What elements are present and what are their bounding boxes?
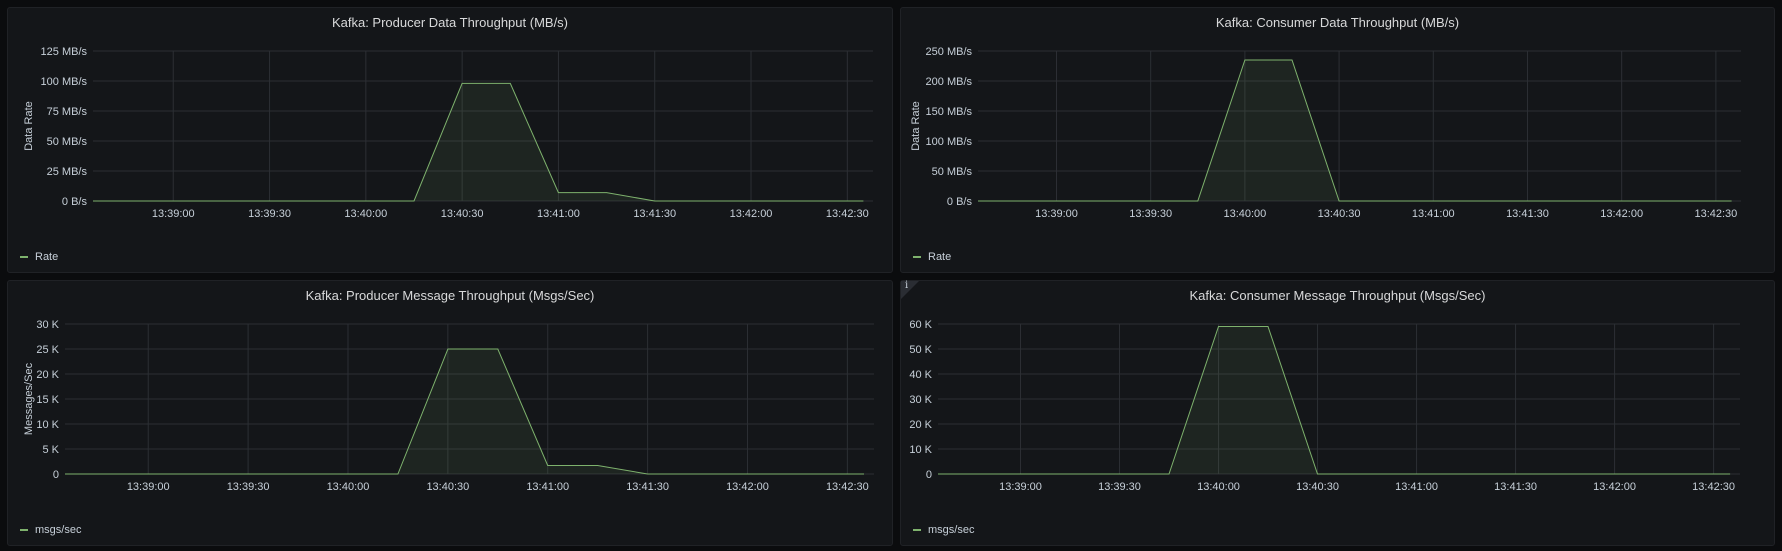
y-tick-label: 25 K — [36, 344, 59, 356]
x-tick-label: 13:41:30 — [1506, 208, 1549, 220]
x-tick-label: 13:41:30 — [626, 481, 669, 493]
legend-label: Rate — [928, 251, 952, 263]
x-tick-label: 13:41:30 — [1494, 481, 1537, 493]
chart-svg: 0 5 K 10 K 15 K 20 K 25 K 30 K 13:39:00 13:39:30… — [23, 319, 874, 493]
chart-svg: 0 B/s 50 MB/s 100 MB/s 150 MB/s 200 MB/s 250 … — [910, 46, 1741, 220]
x-tick-label: 13:40:30 — [1296, 481, 1339, 493]
x-tick-label: 13:42:00 — [1593, 481, 1636, 493]
legend-swatch — [913, 529, 921, 531]
x-tick-label: 13:39:00 — [127, 481, 170, 493]
legend-label: msgs/sec — [35, 524, 82, 536]
x-tick-label: 13:39:30 — [1129, 208, 1172, 220]
y-tick-label: 0 — [926, 469, 932, 481]
x-tick-label: 13:41:00 — [526, 481, 569, 493]
legend-swatch — [913, 256, 921, 258]
y-tick-label: 0 B/s — [947, 196, 973, 208]
y-tick-label: 60 K — [909, 319, 932, 331]
legend-item[interactable]: Rate — [20, 251, 58, 263]
x-tick-label: 13:42:30 — [826, 481, 869, 493]
y-tick-label: 0 B/s — [62, 196, 88, 208]
legend-swatch — [20, 529, 28, 531]
legend-item[interactable]: Rate — [913, 251, 951, 263]
series-area — [65, 349, 864, 474]
y-tick-label: 30 K — [909, 394, 932, 406]
x-tick-label: 13:41:00 — [537, 208, 580, 220]
y-tick-label: 5 K — [42, 444, 59, 456]
legend-item[interactable]: msgs/sec — [913, 524, 974, 536]
y-tick-label: 15 K — [36, 394, 59, 406]
x-tick-label: 13:41:00 — [1395, 481, 1438, 493]
x-tick-label: 13:42:00 — [1600, 208, 1643, 220]
x-tick-label: 13:40:30 — [1318, 208, 1361, 220]
y-tick-label: 150 MB/s — [926, 106, 973, 118]
x-tick-label: 13:40:30 — [426, 481, 469, 493]
panel-consumer-message-throughput[interactable]: i Kafka: Consumer Message Throughput (Ms… — [900, 280, 1775, 546]
y-tick-label: 50 K — [909, 344, 932, 356]
y-tick-label: 125 MB/s — [41, 46, 88, 58]
y-tick-label: 100 MB/s — [41, 76, 88, 88]
x-tick-label: 13:42:00 — [726, 481, 769, 493]
y-tick-label: 30 K — [36, 319, 59, 331]
legend-item[interactable]: msgs/sec — [20, 524, 81, 536]
x-tick-label: 13:39:30 — [227, 481, 270, 493]
x-tick-label: 13:42:30 — [826, 208, 869, 220]
x-tick-label: 13:39:00 — [1035, 208, 1078, 220]
x-tick-label: 13:39:30 — [248, 208, 291, 220]
x-tick-label: 13:41:00 — [1412, 208, 1455, 220]
panel-consumer-data-throughput[interactable]: Kafka: Consumer Data Throughput (MB/s) 0… — [900, 7, 1775, 273]
x-tick-label: 13:41:30 — [633, 208, 676, 220]
chart-svg: 0 B/s 25 MB/s 50 MB/s 75 MB/s 100 MB/s 125 MB… — [23, 46, 873, 220]
y-tick-label: 10 K — [909, 444, 932, 456]
y-tick-label: 100 MB/s — [926, 136, 973, 148]
x-tick-label: 13:39:00 — [152, 208, 195, 220]
y-axis-label: Data Rate — [910, 101, 922, 151]
series-area — [93, 83, 864, 201]
y-tick-label: 10 K — [36, 419, 59, 431]
y-tick-label: 50 MB/s — [932, 166, 973, 178]
x-tick-label: 13:42:00 — [730, 208, 773, 220]
x-tick-label: 13:40:30 — [441, 208, 484, 220]
y-tick-label: 40 K — [909, 369, 932, 381]
x-tick-label: 13:40:00 — [327, 481, 370, 493]
panel-producer-message-throughput[interactable]: Kafka: Producer Message Throughput (Msgs… — [7, 280, 893, 546]
legend-label: msgs/sec — [928, 524, 975, 536]
y-axis-label: Messages/Sec — [23, 362, 35, 435]
y-axis-label: Data Rate — [23, 101, 35, 151]
x-tick-label: 13:40:00 — [1197, 481, 1240, 493]
x-tick-label: 13:40:00 — [344, 208, 387, 220]
y-tick-label: 20 K — [36, 369, 59, 381]
x-tick-label: 13:40:00 — [1223, 208, 1266, 220]
x-tick-label: 13:39:00 — [999, 481, 1042, 493]
y-tick-label: 75 MB/s — [47, 106, 88, 118]
legend-label: Rate — [35, 251, 59, 263]
y-tick-label: 20 K — [909, 419, 932, 431]
legend-swatch — [20, 256, 28, 258]
y-tick-label: 0 — [53, 469, 59, 481]
chart-svg: 0 10 K 20 K 30 K 40 K 50 K 60 K 13:39:00 13:39:3… — [909, 319, 1740, 493]
y-tick-label: 25 MB/s — [47, 166, 88, 178]
panel-producer-data-throughput[interactable]: Kafka: Producer Data Throughput (MB/s) 0… — [7, 7, 893, 273]
y-tick-label: 200 MB/s — [926, 76, 973, 88]
y-tick-label: 250 MB/s — [926, 46, 973, 58]
y-tick-label: 50 MB/s — [47, 136, 88, 148]
x-tick-label: 13:39:30 — [1098, 481, 1141, 493]
x-tick-label: 13:42:30 — [1692, 481, 1735, 493]
x-tick-label: 13:42:30 — [1694, 208, 1737, 220]
